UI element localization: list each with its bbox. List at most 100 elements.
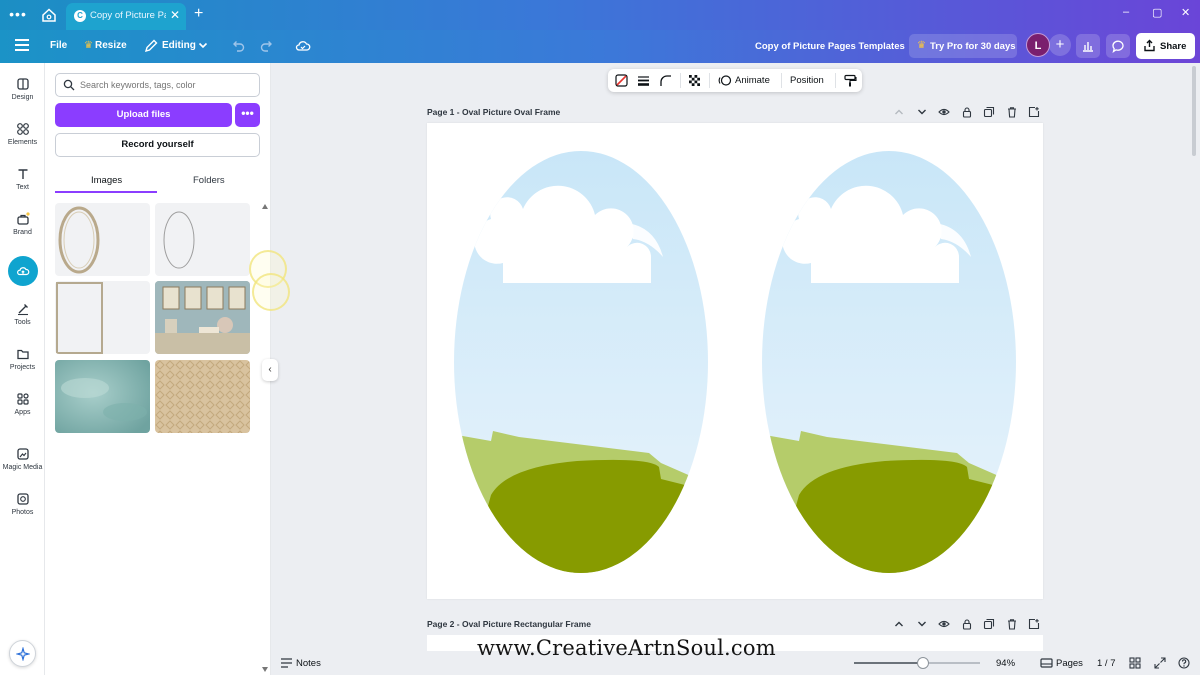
move-page-up-icon[interactable] <box>893 618 905 630</box>
home-icon[interactable] <box>40 6 58 24</box>
oval-picture-frames[interactable] <box>427 123 1043 599</box>
new-tab-button[interactable]: + <box>194 5 203 23</box>
tab-folders[interactable]: Folders <box>193 175 225 186</box>
record-yourself-button[interactable]: Record yourself <box>55 133 260 157</box>
add-collaborator-button[interactable]: + <box>1049 34 1071 56</box>
rail-item-text[interactable]: Text <box>0 167 45 191</box>
add-page-icon[interactable] <box>1028 106 1040 118</box>
rail-item-photos[interactable]: Photos <box>0 492 45 516</box>
zoom-level[interactable]: 94% <box>996 658 1015 669</box>
rail-label: Design <box>11 94 34 101</box>
lock-page-icon[interactable] <box>961 618 973 630</box>
undo-icon[interactable] <box>229 37 247 55</box>
oval-frame-left[interactable] <box>447 143 717 583</box>
collapse-panel-button[interactable]: ‹ <box>262 359 278 381</box>
rail-item-uploads[interactable] <box>8 256 38 286</box>
maximize-button[interactable]: ▢ <box>1152 6 1162 19</box>
page-1-title[interactable]: Page 1 - Oval Picture Oval Frame <box>427 107 560 117</box>
canvas-scrollbar[interactable] <box>1192 66 1196 156</box>
border-weight-icon[interactable] <box>636 73 651 88</box>
share-button[interactable]: Share <box>1136 33 1195 59</box>
position-button[interactable]: Position <box>790 75 824 86</box>
elements-icon <box>16 123 29 135</box>
hide-page-icon[interactable] <box>938 106 950 118</box>
fullscreen-icon[interactable] <box>1154 657 1166 669</box>
corner-rounding-icon[interactable] <box>658 73 673 88</box>
page-2-title[interactable]: Page 2 - Oval Picture Rectangular Frame <box>427 619 591 629</box>
rail-item-projects[interactable]: Projects <box>0 347 45 371</box>
menu-hamburger-icon[interactable] <box>15 39 29 51</box>
minimize-button[interactable]: – <box>1123 6 1129 18</box>
search-input[interactable] <box>80 77 255 93</box>
upload-thumbnail-gold-oval-frame[interactable] <box>55 203 150 276</box>
upload-files-button[interactable]: Upload files <box>55 103 232 127</box>
no-border-icon[interactable] <box>614 73 629 88</box>
rail-label: Photos <box>11 509 34 516</box>
page-1-canvas[interactable] <box>427 123 1043 599</box>
cloud-saved-icon[interactable] <box>294 37 312 55</box>
delete-page-icon[interactable] <box>1006 618 1018 630</box>
duplicate-page-icon[interactable] <box>983 618 995 630</box>
copy-style-icon[interactable] <box>843 73 857 88</box>
browser-menu-icon[interactable]: ••• <box>9 6 27 24</box>
design-icon <box>16 78 29 90</box>
zoom-slider-handle[interactable] <box>917 657 930 669</box>
oval-frame-right[interactable] <box>757 143 1027 583</box>
magic-assistant-button[interactable] <box>9 640 36 667</box>
zoom-slider[interactable] <box>854 657 980 669</box>
lock-page-icon[interactable] <box>961 106 973 118</box>
upload-thumbnail-vintage-shelf-photo[interactable] <box>155 281 250 354</box>
upload-thumbnail-teal-watercolor[interactable] <box>55 360 150 433</box>
upload-thumbnail-rectangle-frame[interactable] <box>55 281 150 354</box>
panel-scroll-down[interactable] <box>262 667 268 672</box>
duplicate-page-icon[interactable] <box>983 106 995 118</box>
design-title[interactable]: Copy of Picture Pages Templates <box>755 41 905 52</box>
comments-button[interactable] <box>1106 34 1130 58</box>
crown-icon: ♛ <box>84 40 93 51</box>
tab-close-icon[interactable]: ✕ <box>170 8 180 22</box>
rail-item-elements[interactable]: Elements <box>0 122 45 146</box>
brand-icon <box>16 212 30 225</box>
move-page-down-icon[interactable] <box>916 618 928 630</box>
rail-item-brand[interactable]: Brand <box>0 212 45 236</box>
hide-page-icon[interactable] <box>938 618 950 630</box>
left-rail: Design Elements Text Brand Tools Project… <box>0 63 45 675</box>
tools-icon <box>17 304 28 316</box>
delete-page-icon[interactable] <box>1006 106 1018 118</box>
move-page-up-icon[interactable] <box>893 106 905 118</box>
page-2-tools <box>893 618 1043 630</box>
notes-button[interactable]: Notes <box>296 658 321 669</box>
chevron-down-icon[interactable] <box>197 39 209 51</box>
transparency-icon[interactable] <box>687 73 702 88</box>
search-box[interactable] <box>55 73 260 97</box>
grid-view-icon[interactable] <box>1129 657 1141 669</box>
add-page-icon[interactable] <box>1028 618 1040 630</box>
panel-scroll-up[interactable] <box>262 204 268 209</box>
redo-icon[interactable] <box>258 37 276 55</box>
rail-item-design[interactable]: Design <box>0 77 45 101</box>
rail-label: Text <box>16 184 29 191</box>
rail-item-magic-media[interactable]: Magic Media <box>0 447 45 471</box>
tab-images[interactable]: Images <box>91 175 122 186</box>
comment-icon <box>1112 40 1124 53</box>
resize-button[interactable]: Resize <box>95 40 127 51</box>
editing-mode-button[interactable]: Editing <box>162 40 196 51</box>
animate-button[interactable]: Animate <box>735 75 770 86</box>
more-options-button[interactable]: ••• <box>235 103 260 127</box>
upload-thumbnail-beige-damask[interactable] <box>155 360 250 433</box>
share-label: Share <box>1160 41 1187 52</box>
browser-tab-bar: ••• C Copy of Picture Pa... ✕ + – ▢ ✕ <box>0 0 1200 30</box>
help-icon[interactable] <box>1178 657 1190 669</box>
file-menu[interactable]: File <box>50 40 67 51</box>
browser-tab[interactable]: C Copy of Picture Pa... ✕ <box>66 3 186 30</box>
move-page-down-icon[interactable] <box>916 106 928 118</box>
rail-item-apps[interactable]: Apps <box>0 392 45 416</box>
rail-item-tools[interactable]: Tools <box>0 302 45 326</box>
avatar[interactable]: L <box>1026 33 1050 57</box>
try-pro-button[interactable]: ♛ Try Pro for 30 days <box>909 34 1017 58</box>
pages-button[interactable]: Pages <box>1056 658 1083 669</box>
close-window-button[interactable]: ✕ <box>1181 6 1190 19</box>
active-tab-indicator <box>55 191 157 193</box>
insights-button[interactable] <box>1076 34 1100 58</box>
upload-thumbnail-thin-oval-frame[interactable] <box>155 203 250 276</box>
